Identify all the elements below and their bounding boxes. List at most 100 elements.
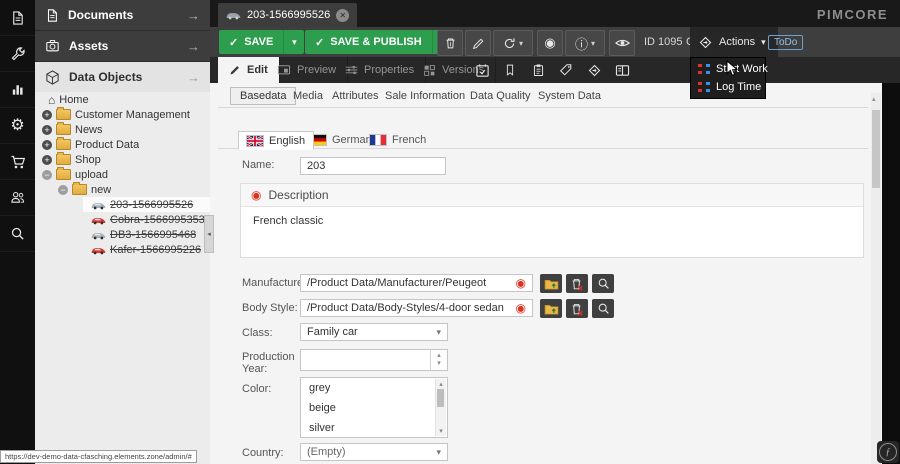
save-dropdown[interactable]: ▾ (283, 30, 304, 54)
reload-button[interactable]: ▾ (493, 30, 533, 56)
viewport-edge (882, 83, 900, 464)
spinner-arrows[interactable]: ▴ ▾ (430, 350, 447, 370)
body-style-clear-button[interactable] (566, 299, 588, 318)
extension-badge[interactable]: ƒ (877, 441, 899, 463)
production-year-spinner[interactable]: ▴ ▾ (300, 349, 448, 371)
search-icon (597, 302, 610, 315)
subtab-attributes[interactable]: Attributes (332, 90, 378, 102)
subtab-basedata[interactable]: Basedata (230, 87, 296, 105)
description-editor[interactable]: French classic (241, 207, 863, 257)
name-input[interactable]: 203 (300, 157, 446, 175)
book-columns-icon (615, 64, 630, 77)
sidebar-panel-data-objects[interactable]: Data Objects → (35, 62, 210, 93)
subtab-system-data[interactable]: System Data (538, 90, 601, 102)
rail-search[interactable] (0, 216, 35, 252)
scroll-down-icon[interactable]: ▾ (436, 427, 446, 435)
color-option-beige[interactable]: beige (301, 398, 447, 418)
actions-button[interactable]: Actions ▾ (690, 27, 778, 57)
tree-item-upload[interactable]: − upload (35, 167, 210, 182)
todo-badge[interactable]: ToDo (768, 35, 803, 50)
langtab-english[interactable]: English (238, 131, 314, 150)
workflow-dots-icon (698, 64, 710, 75)
rail-documents[interactable] (0, 0, 35, 36)
expand-icon[interactable]: + (42, 110, 52, 120)
locate-in-tree-button[interactable]: ◉ (537, 30, 563, 56)
manufacturer-open-folder-button[interactable] (540, 274, 562, 293)
subtab-divider (218, 107, 868, 108)
sidebar: Documents → Assets → Data Objects → ⌂ Ho… (35, 0, 210, 464)
rename-button[interactable] (465, 30, 491, 56)
delete-button[interactable] (437, 30, 463, 56)
workflow-button[interactable] (584, 60, 604, 80)
sidebar-panel-assets[interactable]: Assets → (35, 31, 210, 62)
scroll-up-icon[interactable]: ▴ (436, 380, 446, 388)
pencil-icon (229, 64, 241, 76)
tree-item-home[interactable]: ⌂ Home (35, 92, 210, 107)
country-select[interactable]: (Empty) ▾ (300, 443, 448, 461)
color-option-grey[interactable]: grey (301, 378, 447, 398)
split-view-button[interactable] (612, 60, 632, 80)
langtab-french[interactable]: French (362, 131, 434, 148)
tag-button[interactable] (556, 60, 576, 80)
panel-label: Documents (68, 8, 133, 22)
content-scrollbar[interactable]: ▴ (871, 93, 881, 464)
listbox-scrollbar[interactable]: ▴ ▾ (435, 379, 446, 436)
scroll-thumb[interactable] (437, 389, 444, 407)
sidebar-panel-documents[interactable]: Documents → (35, 0, 210, 31)
edit-panel: Basedata Media Attributes Sale Informati… (210, 83, 882, 464)
expand-icon[interactable]: + (42, 155, 52, 165)
color-label: Color: (242, 383, 271, 395)
rail-ecommerce[interactable] (0, 144, 35, 180)
arrow-right-icon: → (187, 8, 200, 23)
menu-item-start-work[interactable]: Start Work (691, 60, 765, 78)
close-icon[interactable]: ✕ (336, 9, 349, 22)
manufacturer-clear-button[interactable] (566, 274, 588, 293)
tree-item-cobra[interactable]: Cobra-1566995353 (35, 212, 210, 227)
rail-reports[interactable] (0, 72, 35, 108)
bookmark-button[interactable] (500, 60, 520, 80)
expand-icon[interactable]: + (42, 140, 52, 150)
tree-item-news[interactable]: + News (35, 122, 210, 137)
save-button[interactable]: ✓SAVE ▾ (219, 30, 304, 54)
tree-item-new[interactable]: − new (35, 182, 210, 197)
tree-item-shop[interactable]: + Shop (35, 152, 210, 167)
top-tab-bar: 203-1566995526 ✕ PIMCORE (210, 0, 900, 27)
rail-settings[interactable]: ⚙ (0, 108, 35, 144)
manufacturer-input[interactable]: /Product Data/Manufacturer/Peugeot ◉ (300, 274, 533, 292)
body-style-open-folder-button[interactable] (540, 299, 562, 318)
info-button[interactable]: ⓘ ▾ (565, 30, 605, 56)
schedule-button[interactable] (472, 60, 492, 80)
rail-users[interactable] (0, 180, 35, 216)
tree-item-kafer[interactable]: Kafer-1566995226 (35, 242, 210, 257)
subtab-sale-information[interactable]: Sale Information (385, 90, 465, 102)
manufacturer-search-button[interactable] (592, 274, 614, 293)
subtab-media[interactable]: Media (293, 90, 323, 102)
body-style-input[interactable]: /Product Data/Body-Styles/4-door sedan ◉ (300, 299, 533, 317)
scroll-thumb[interactable] (872, 110, 880, 188)
expand-icon[interactable]: + (42, 125, 52, 135)
collapse-icon[interactable]: − (42, 170, 52, 180)
color-option-silver[interactable]: silver (301, 418, 447, 438)
open-object-tab[interactable]: 203-1566995526 ✕ (218, 3, 357, 27)
open-preview-button[interactable] (609, 30, 635, 56)
sidebar-collapse-handle[interactable]: ◂ (204, 215, 214, 253)
tree-item-customer-management[interactable]: + Customer Management (35, 107, 210, 122)
class-select[interactable]: Family car ▾ (300, 323, 448, 341)
rail-tools[interactable] (0, 36, 35, 72)
pencil-icon (472, 37, 485, 50)
subtab-data-quality[interactable]: Data Quality (470, 90, 531, 102)
arrow-right-icon: → (187, 70, 200, 85)
collapse-icon[interactable]: − (58, 185, 68, 195)
save-publish-button[interactable]: ✓SAVE & PUBLISH ▾ (305, 30, 453, 54)
scroll-up-icon[interactable]: ▴ (872, 95, 876, 103)
body-style-search-button[interactable] (592, 299, 614, 318)
notes-button[interactable] (528, 60, 548, 80)
tree-item-203[interactable]: 203-1566995526 (35, 197, 210, 212)
menu-item-log-time[interactable]: Log Time (691, 78, 765, 96)
cart-icon (10, 154, 26, 170)
target-icon: ◉ (516, 302, 526, 314)
tree-item-db3[interactable]: DB3-1566995468 (35, 227, 210, 242)
tag-icon (559, 63, 573, 77)
tree-item-product-data[interactable]: + Product Data (35, 137, 210, 152)
color-listbox[interactable]: grey beige silver ▴ ▾ (300, 377, 448, 438)
